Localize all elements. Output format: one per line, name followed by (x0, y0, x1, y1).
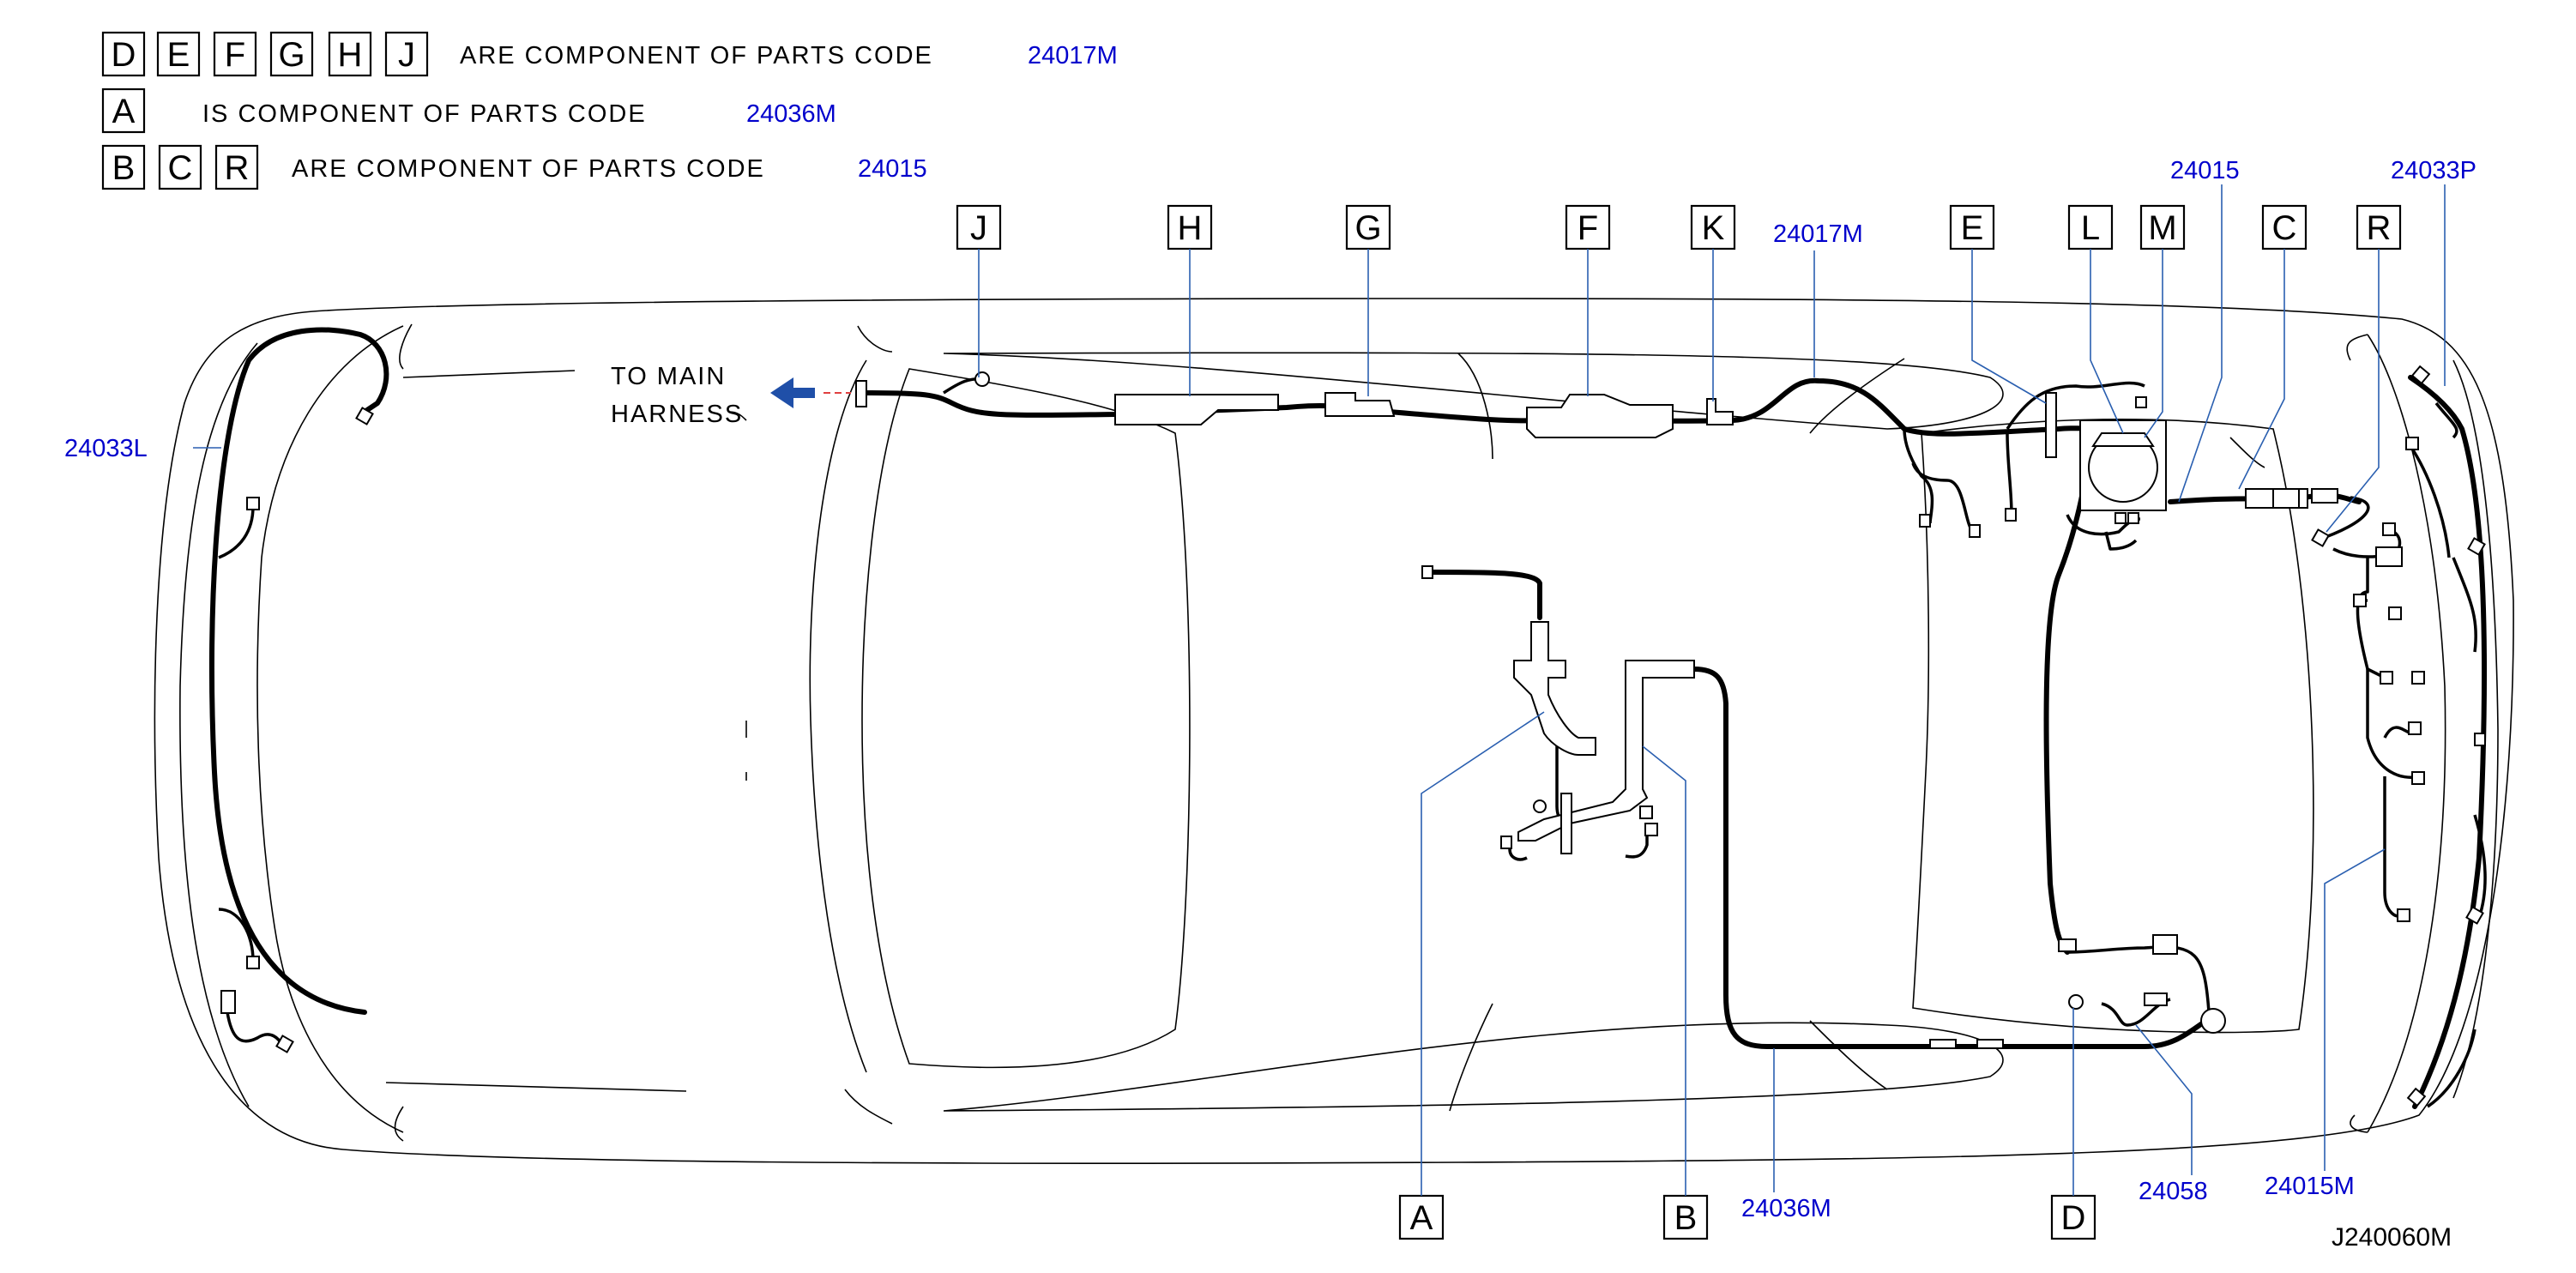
callout-l: L (2081, 209, 2100, 247)
legend-letter: G (278, 36, 305, 74)
legend-code: 24015 (858, 155, 927, 183)
main-harness-line2: HARNESS (611, 401, 743, 428)
code-24033l: 24033L (64, 435, 148, 462)
harness-components (855, 365, 2486, 1107)
callout-d: D (2061, 1199, 2086, 1237)
legend-text: ARE COMPONENT OF PARTS CODE (292, 155, 765, 183)
code-24015m-bottom: 24015M (2265, 1173, 2355, 1200)
legend-letter: R (225, 149, 250, 187)
code-24033p-top: 24033P (2391, 157, 2476, 184)
code-24036m-bottom: 24036M (1741, 1195, 1831, 1222)
callout-e: E (1961, 209, 1984, 247)
code-24015-top: 24015 (2170, 157, 2240, 184)
callout-h: H (1178, 209, 1203, 247)
legend-row-2: A IS COMPONENT OF PARTS CODE 24036M (101, 87, 836, 134)
top-callouts: J H G F K E L M C R 24017M 24015 24033P (956, 157, 2476, 533)
wiring-diagram: D E F G H J ARE COMPONENT OF PARTS CODE … (64, 31, 2514, 1252)
legend-row-1: D E F G H J ARE COMPONENT OF PARTS CODE … (101, 31, 1118, 77)
legend: D E F G H J ARE COMPONENT OF PARTS CODE … (101, 31, 1118, 190)
legend-text: IS COMPONENT OF PARTS CODE (202, 100, 647, 128)
main-harness-label: TO MAIN HARNESS (611, 363, 851, 428)
callout-k: K (1702, 209, 1725, 247)
legend-letter: A (112, 93, 136, 130)
legend-letter: C (168, 149, 193, 187)
legend-code: 24017M (1028, 42, 1118, 69)
legend-text: ARE COMPONENT OF PARTS CODE (460, 42, 933, 69)
callout-r: R (2367, 209, 2392, 247)
legend-letter: B (112, 149, 136, 187)
callout-j: J (970, 209, 987, 247)
legend-letter: E (167, 36, 190, 74)
code-24058-bottom: 24058 (2139, 1178, 2208, 1205)
legend-letter: F (225, 36, 245, 74)
drawing-reference: J240060M (2332, 1223, 2452, 1252)
left-part-code: 24033L (64, 435, 221, 462)
main-harness-line1: TO MAIN (611, 363, 726, 390)
callout-c: C (2272, 209, 2297, 247)
code-24017m-top: 24017M (1773, 220, 1863, 248)
legend-letter: D (112, 36, 136, 74)
callout-g: G (1354, 209, 1381, 247)
bottom-callouts: A B D 24036M 24058 24015M (1398, 711, 2386, 1240)
callout-f: F (1578, 209, 1598, 247)
callout-m: M (2148, 209, 2176, 247)
callout-b: B (1674, 1199, 1698, 1237)
legend-letter: H (338, 36, 363, 74)
legend-letter: J (398, 36, 415, 74)
legend-code: 24036M (746, 100, 836, 128)
callout-a: A (1410, 1199, 1433, 1237)
legend-row-3: B C R ARE COMPONENT OF PARTS CODE 24015 (101, 144, 927, 190)
left-arrow-icon (770, 377, 815, 408)
